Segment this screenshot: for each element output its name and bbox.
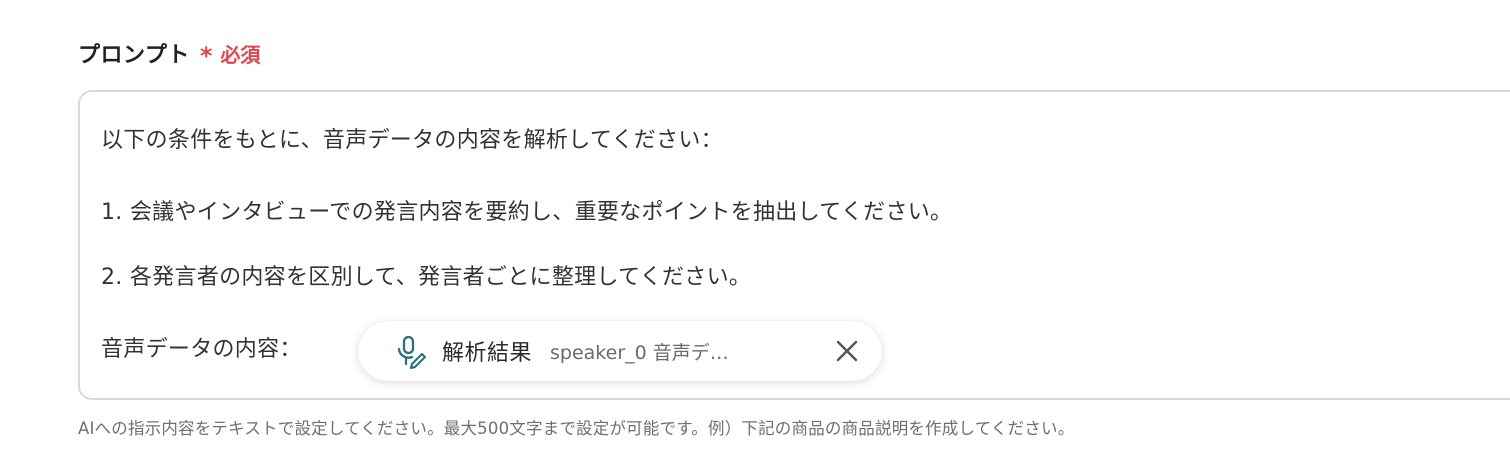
prompt-field: プロンプト * 必須 以下の条件をもとに、音声データの内容を解析してください： … xyxy=(78,0,1510,468)
prompt-line[interactable]: 1. 会議やインタビューでの発言内容を要約し、重要なポイントを抽出してください。 xyxy=(101,194,952,226)
field-label: プロンプト xyxy=(78,43,190,68)
required-text: 必須 xyxy=(220,42,261,67)
help-text: AIへの指示内容をテキストで設定してください。最大500文字まで設定が可能です。… xyxy=(78,419,1075,438)
required-marker: * xyxy=(199,42,213,70)
field-label-row: プロンプト * 必須 xyxy=(78,36,260,70)
prompt-line[interactable]: 2. 各発言者の内容を区別して、発言者ごとに整理してください。 xyxy=(101,259,751,291)
chip-title: 解析結果 xyxy=(442,341,533,366)
close-icon[interactable] xyxy=(830,334,864,368)
variable-chip[interactable]: 解析結果 speaker_0 音声デ… xyxy=(358,321,882,381)
prompt-editor[interactable]: 以下の条件をもとに、音声データの内容を解析してください： 1. 会議やインタビュ… xyxy=(78,90,1510,400)
prompt-line[interactable]: 音声データの内容： xyxy=(101,331,302,363)
prompt-line[interactable]: 以下の条件をもとに、音声データの内容を解析してください： xyxy=(101,122,723,154)
chip-value: speaker_0 音声デ… xyxy=(550,341,729,364)
microphone-pen-icon xyxy=(390,331,430,371)
